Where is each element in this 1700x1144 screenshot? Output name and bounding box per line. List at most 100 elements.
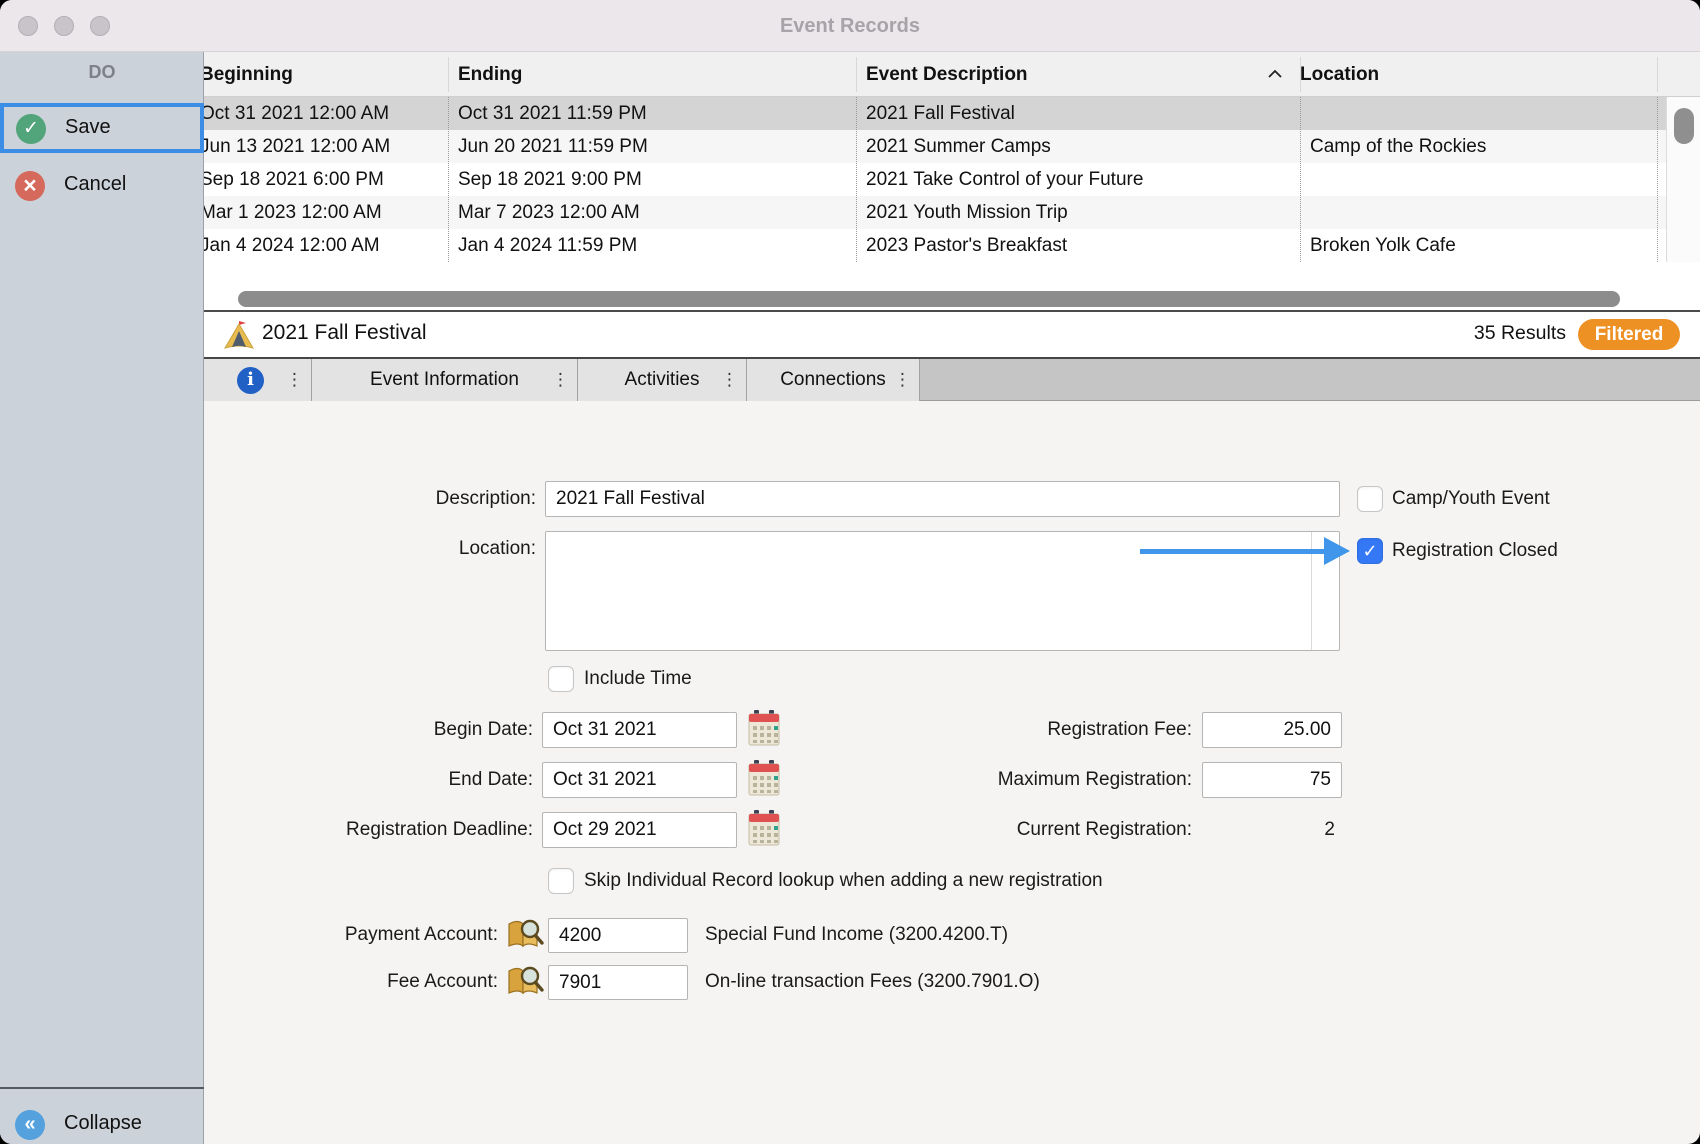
table-row[interactable]: Jan 4 2024 12:00 AM Jan 4 2024 11:59 PM … bbox=[204, 229, 1666, 262]
maximum-registration-label: Maximum Registration: bbox=[892, 768, 1192, 792]
fee-account-input[interactable] bbox=[548, 965, 688, 1000]
title-bar: Event Records bbox=[0, 0, 1700, 52]
registration-closed-checkbox[interactable]: ✓ bbox=[1357, 538, 1383, 564]
cancel-x-icon: × bbox=[15, 171, 45, 201]
registration-fee-input[interactable] bbox=[1202, 712, 1342, 748]
cell-location: Camp of the Rockies bbox=[1300, 130, 1657, 163]
filtered-badge[interactable]: Filtered bbox=[1578, 319, 1680, 350]
end-date-label: End Date: bbox=[233, 768, 533, 792]
begin-date-calendar-icon[interactable] bbox=[748, 710, 780, 747]
description-input[interactable] bbox=[545, 481, 1340, 517]
payment-account-description: Special Fund Income (3200.4200.T) bbox=[705, 923, 1008, 947]
column-header-location[interactable]: Location bbox=[1300, 52, 1656, 97]
sort-ascending-icon bbox=[1266, 68, 1284, 80]
payment-account-label: Payment Account: bbox=[198, 923, 498, 947]
results-count: 35 Results bbox=[1474, 322, 1566, 345]
cell-beginning: Mar 1 2023 12:00 AM bbox=[204, 196, 382, 229]
cell-beginning: Sep 18 2021 6:00 PM bbox=[204, 163, 384, 196]
cell-description: 2021 Summer Camps bbox=[856, 130, 1300, 163]
vertical-scrollbar-thumb[interactable] bbox=[1674, 108, 1694, 144]
event-records-window: Event Records DO ✓ Save × Cancel « Colla… bbox=[0, 0, 1700, 1144]
camp-youth-event-checkbox[interactable] bbox=[1357, 486, 1383, 512]
save-button-label: Save bbox=[65, 116, 111, 139]
cell-location bbox=[1300, 97, 1657, 130]
table-horizontal-scrollbar[interactable] bbox=[204, 262, 1666, 310]
collapse-button-label: Collapse bbox=[64, 1112, 142, 1135]
payment-account-input[interactable] bbox=[548, 918, 688, 953]
sidebar-divider bbox=[0, 1087, 204, 1089]
table-header: Beginning Ending Event Description Locat… bbox=[204, 52, 1700, 97]
cell-location bbox=[1300, 163, 1657, 196]
begin-date-label: Begin Date: bbox=[233, 718, 533, 742]
cell-description: 2021 Fall Festival bbox=[856, 97, 1300, 130]
horizontal-scrollbar-thumb[interactable] bbox=[238, 291, 1620, 307]
cancel-button[interactable]: × Cancel bbox=[0, 161, 204, 211]
cell-beginning: Oct 31 2021 12:00 AM bbox=[204, 97, 389, 130]
description-label: Description: bbox=[236, 487, 536, 511]
include-time-label: Include Time bbox=[584, 667, 692, 691]
registration-fee-label: Registration Fee: bbox=[892, 718, 1192, 742]
table-row-selected[interactable]: Oct 31 2021 12:00 AM Oct 31 2021 11:59 P… bbox=[204, 97, 1666, 130]
location-label: Location: bbox=[236, 537, 536, 561]
maximum-registration-input[interactable] bbox=[1202, 762, 1342, 798]
cell-ending: Sep 18 2021 9:00 PM bbox=[448, 163, 856, 196]
cell-location: Broken Yolk Cafe bbox=[1300, 229, 1657, 262]
annotation-arrow-head bbox=[1324, 537, 1350, 565]
sidebar: DO ✓ Save × Cancel « Collapse bbox=[0, 52, 204, 1144]
begin-date-input[interactable] bbox=[542, 712, 737, 748]
kebab-menu-icon[interactable]: ⋮ bbox=[552, 359, 569, 401]
registration-deadline-calendar-icon[interactable] bbox=[748, 810, 780, 847]
cell-beginning: Jan 4 2024 12:00 AM bbox=[204, 229, 380, 262]
cell-ending: Jan 4 2024 11:59 PM bbox=[448, 229, 856, 262]
kebab-menu-icon[interactable]: ⋮ bbox=[286, 359, 303, 401]
registration-deadline-label: Registration Deadline: bbox=[233, 818, 533, 842]
tab-bar: i ⋮ Event Information ⋮ Activities ⋮ Con… bbox=[204, 359, 1700, 401]
kebab-menu-icon[interactable]: ⋮ bbox=[894, 359, 911, 401]
column-header-event-description[interactable]: Event Description bbox=[866, 52, 1256, 97]
registration-deadline-input[interactable] bbox=[542, 812, 737, 848]
payment-account-lookup-icon[interactable] bbox=[504, 916, 544, 952]
cell-ending: Mar 7 2023 12:00 AM bbox=[448, 196, 856, 229]
current-registration-value: 2 bbox=[1035, 818, 1335, 842]
fee-account-description: On-line transaction Fees (3200.7901.O) bbox=[705, 970, 1040, 994]
kebab-menu-icon[interactable]: ⋮ bbox=[721, 359, 738, 401]
cell-location bbox=[1300, 196, 1657, 229]
tab-connections[interactable]: Connections ⋮ bbox=[747, 359, 920, 401]
cell-description: 2023 Pastor's Breakfast bbox=[856, 229, 1300, 262]
end-date-calendar-icon[interactable] bbox=[748, 760, 780, 797]
window-title: Event Records bbox=[0, 0, 1700, 52]
tab-event-information[interactable]: Event Information ⋮ bbox=[312, 359, 578, 401]
record-title: 2021 Fall Festival bbox=[262, 321, 427, 345]
table-row[interactable]: Sep 18 2021 6:00 PM Sep 18 2021 9:00 PM … bbox=[204, 163, 1666, 196]
skip-lookup-checkbox[interactable] bbox=[548, 868, 574, 894]
record-header: 2021 Fall Festival 35 Results Filtered bbox=[204, 312, 1700, 357]
cell-beginning: Jun 13 2021 12:00 AM bbox=[204, 130, 390, 163]
column-header-ending[interactable]: Ending bbox=[458, 52, 856, 97]
fee-account-lookup-icon[interactable] bbox=[504, 963, 544, 999]
collapse-chevrons-icon: « bbox=[15, 1110, 45, 1140]
include-time-checkbox[interactable] bbox=[548, 666, 574, 692]
camp-youth-event-label: Camp/Youth Event bbox=[1392, 487, 1550, 511]
registration-closed-label: Registration Closed bbox=[1392, 539, 1558, 563]
fee-account-label: Fee Account: bbox=[198, 970, 498, 994]
collapse-button[interactable]: « Collapse bbox=[0, 1100, 204, 1144]
tent-icon bbox=[222, 318, 256, 352]
checkmark-icon: ✓ bbox=[1362, 541, 1377, 561]
table-row[interactable]: Mar 1 2023 12:00 AM Mar 7 2023 12:00 AM … bbox=[204, 196, 1666, 229]
tab-activities[interactable]: Activities ⋮ bbox=[578, 359, 747, 401]
sidebar-header: DO bbox=[0, 62, 204, 83]
annotation-arrow bbox=[1140, 549, 1326, 554]
save-button[interactable]: ✓ Save bbox=[0, 103, 204, 153]
info-icon[interactable]: i bbox=[237, 367, 264, 394]
cell-description: 2021 Take Control of your Future bbox=[856, 163, 1300, 196]
tab-info[interactable]: i ⋮ bbox=[204, 359, 312, 401]
cancel-button-label: Cancel bbox=[64, 173, 126, 196]
column-header-beginning[interactable]: Beginning bbox=[204, 52, 448, 97]
save-check-icon: ✓ bbox=[16, 114, 46, 144]
end-date-input[interactable] bbox=[542, 762, 737, 798]
table-row[interactable]: Jun 13 2021 12:00 AM Jun 20 2021 11:59 P… bbox=[204, 130, 1666, 163]
skip-lookup-label: Skip Individual Record lookup when addin… bbox=[584, 869, 1103, 893]
cell-description: 2021 Youth Mission Trip bbox=[856, 196, 1300, 229]
cell-ending: Oct 31 2021 11:59 PM bbox=[448, 97, 856, 130]
cell-ending: Jun 20 2021 11:59 PM bbox=[448, 130, 856, 163]
